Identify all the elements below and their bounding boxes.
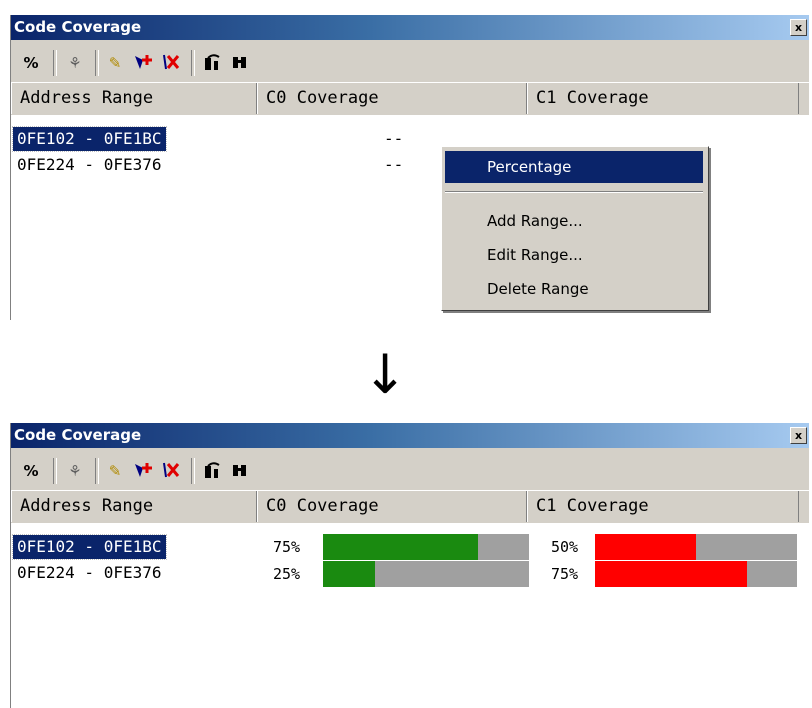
window-title: Code Coverage (14, 426, 142, 444)
c1-coverage-label: 75% (551, 565, 579, 583)
column-header-c1-coverage[interactable]: C1 Coverage (527, 83, 799, 114)
column-header-row: Address Range C0 Coverage C1 Coverage (11, 490, 809, 524)
toolbar-separator (53, 458, 57, 484)
percent-button[interactable]: % (19, 52, 43, 74)
row-address-range[interactable]: 0FE102 - 0FE1BC (12, 126, 167, 152)
c0-coverage-bar-fill (323, 561, 375, 587)
row-c0-coverage: -- (384, 155, 404, 174)
column-header-row: Address Range C0 Coverage C1 Coverage (11, 82, 809, 116)
code-coverage-window-bottom: Code Coverage x % ⚘ ✎ Address Range C0 C… (10, 423, 809, 708)
toolbar: % ⚘ ✎ (11, 40, 809, 82)
column-header-c0-coverage[interactable]: C0 Coverage (257, 491, 527, 522)
binoculars-icon[interactable] (229, 460, 253, 482)
menu-separator (445, 191, 703, 193)
menu-item-delete-range[interactable]: Delete Range (445, 273, 703, 305)
column-header-c1-coverage[interactable]: C1 Coverage (527, 491, 799, 522)
refresh-icon[interactable] (201, 460, 225, 482)
coverage-list: 0FE102 - 0FE1BC 75% 50% 0FE224 - 0FE376 … (11, 523, 809, 708)
delete-range-icon[interactable] (159, 52, 183, 74)
title-bar[interactable]: Code Coverage x (11, 423, 809, 448)
close-button[interactable]: x (790, 19, 807, 36)
satellite-dish-icon[interactable]: ⚘ (63, 52, 87, 74)
row-address-range[interactable]: 0FE102 - 0FE1BC (12, 534, 167, 560)
delete-range-icon[interactable] (159, 460, 183, 482)
row-address-range[interactable]: 0FE224 - 0FE376 (17, 153, 162, 177)
satellite-dish-icon[interactable]: ⚘ (63, 460, 87, 482)
menu-item-add-range[interactable]: Add Range... (445, 205, 703, 237)
percent-button[interactable]: % (19, 460, 43, 482)
toolbar-separator (95, 50, 99, 76)
edit-range-icon[interactable]: ✎ (103, 52, 127, 74)
menu-item-edit-range[interactable]: Edit Range... (445, 239, 703, 271)
binoculars-icon[interactable] (229, 52, 253, 74)
down-arrow-icon: ↓ (362, 343, 408, 406)
c0-coverage-label: 25% (273, 565, 301, 583)
c1-coverage-bar (595, 561, 797, 587)
menu-item-percentage[interactable]: Percentage (445, 151, 703, 183)
row-address-range[interactable]: 0FE224 - 0FE376 (17, 561, 162, 585)
c1-coverage-bar (595, 534, 797, 560)
toolbar-separator (191, 50, 195, 76)
c0-coverage-bar (323, 534, 529, 560)
c1-coverage-label: 50% (551, 538, 579, 556)
close-button[interactable]: x (790, 427, 807, 444)
c0-coverage-label: 75% (273, 538, 301, 556)
c0-coverage-bar-fill (323, 534, 478, 560)
c1-coverage-bar-fill (595, 534, 696, 560)
window-title: Code Coverage (14, 18, 142, 36)
column-header-address-range[interactable]: Address Range (11, 83, 257, 114)
toolbar-separator (53, 50, 57, 76)
column-header-c0-coverage[interactable]: C0 Coverage (257, 83, 527, 114)
toolbar-separator (191, 458, 195, 484)
edit-range-icon[interactable]: ✎ (103, 460, 127, 482)
title-bar[interactable]: Code Coverage x (11, 15, 809, 40)
toolbar-separator (95, 458, 99, 484)
column-header-address-range[interactable]: Address Range (11, 491, 257, 522)
context-menu: Percentage Add Range... Edit Range... De… (441, 146, 709, 311)
refresh-icon[interactable] (201, 52, 225, 74)
toolbar: % ⚘ ✎ (11, 448, 809, 490)
c1-coverage-bar-fill (595, 561, 747, 587)
c0-coverage-bar (323, 561, 529, 587)
add-range-icon[interactable] (131, 460, 155, 482)
row-c0-coverage: -- (384, 129, 404, 148)
add-range-icon[interactable] (131, 52, 155, 74)
